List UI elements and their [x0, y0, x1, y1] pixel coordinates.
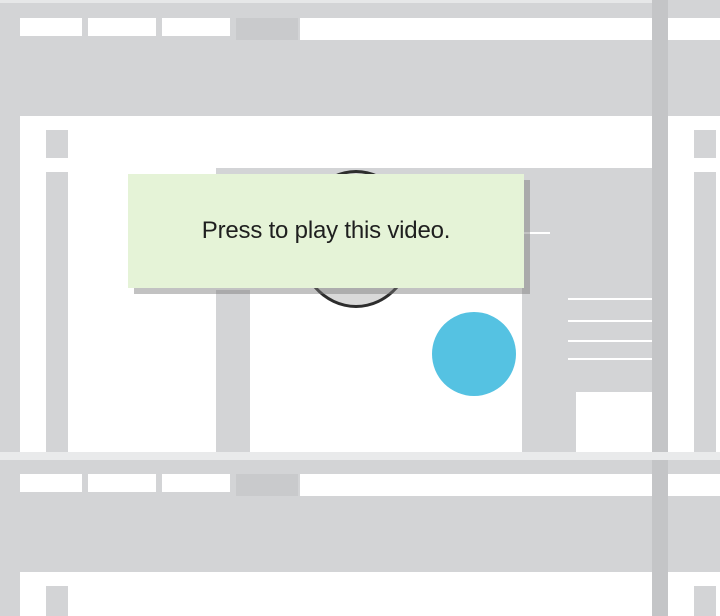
horizontal-divider — [0, 452, 720, 460]
bottom-tab-4-active[interactable] — [236, 474, 298, 496]
bottom-tab-3[interactable] — [162, 474, 230, 492]
tab-1[interactable] — [20, 18, 82, 36]
media-thumbnail[interactable] — [576, 392, 652, 455]
vertical-divider — [652, 0, 668, 616]
bottom-address-bar[interactable] — [300, 474, 652, 496]
content-column — [216, 290, 250, 455]
media-line-4 — [568, 340, 652, 342]
bottom-right-tab — [668, 474, 720, 496]
sidebar-column — [46, 172, 68, 455]
bottom-tab-2[interactable] — [88, 474, 156, 492]
tooltip-text: Press to play this video. — [201, 217, 451, 244]
tab-3[interactable] — [162, 18, 230, 36]
right-panel-handle — [694, 130, 716, 158]
media-line-5 — [568, 358, 652, 360]
app-wireframe-stage: Press to play this video. — [0, 0, 720, 616]
bottom-sidebar-handle — [46, 586, 68, 616]
tab-2[interactable] — [88, 18, 156, 36]
cursor-dot-icon — [432, 312, 516, 396]
header-block — [20, 42, 652, 116]
tooltip: Press to play this video. — [128, 174, 524, 288]
media-line-1 — [524, 232, 550, 234]
address-bar[interactable] — [300, 18, 652, 40]
right-panel-tab — [668, 18, 720, 40]
media-line-3 — [568, 320, 652, 322]
bottom-right-handle — [694, 586, 716, 616]
bottom-tab-1[interactable] — [20, 474, 82, 492]
right-panel-column — [694, 172, 716, 455]
sidebar-handle — [46, 130, 68, 158]
media-line-2 — [568, 298, 652, 300]
tab-4-active[interactable] — [236, 18, 298, 40]
top-border — [0, 0, 720, 3]
bottom-content-area — [20, 572, 652, 616]
